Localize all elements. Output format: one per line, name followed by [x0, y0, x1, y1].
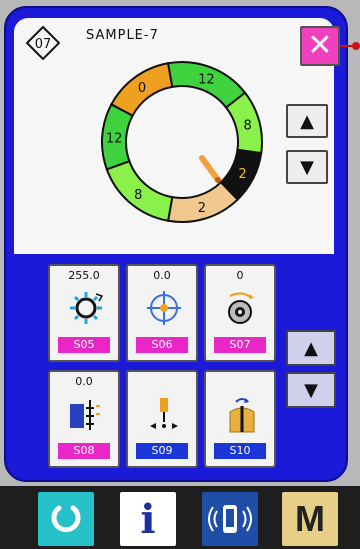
crosshair-target-icon	[147, 291, 181, 325]
tile-value: 0	[236, 269, 244, 282]
reset-icon	[51, 505, 81, 533]
mode-button[interactable]: M	[282, 492, 338, 546]
tile-scroll-down-button[interactable]: ▼	[286, 372, 336, 408]
tile-code: S07	[214, 337, 266, 353]
tile-value: 0.0	[75, 375, 93, 388]
pattern-down-button[interactable]: ▼	[286, 150, 328, 184]
mode-icon: M	[295, 498, 325, 539]
tile-s05[interactable]: 255.0 S05	[48, 264, 120, 362]
tile-code: S08	[58, 443, 110, 459]
communication-icon	[208, 505, 252, 533]
feed-adjust-icon	[70, 400, 100, 430]
pattern-number-badge: 07	[26, 26, 60, 60]
tile-s08[interactable]: 0.0 S08	[48, 370, 120, 468]
dial-segment-label: 2	[198, 201, 206, 216]
tile-s06[interactable]: 0.0 S06	[126, 264, 198, 362]
pattern-name: SAMPLE-7	[86, 28, 159, 43]
triangle-down-icon: ▼	[300, 156, 314, 178]
pattern-up-button[interactable]: ▲	[286, 104, 328, 138]
reset-button[interactable]	[38, 492, 94, 546]
dial-segment-label: 8	[244, 118, 252, 133]
tile-value: 0.0	[153, 269, 171, 282]
tile-code: S05	[58, 337, 110, 353]
tile-s10[interactable]: S10	[204, 370, 276, 468]
dial-segment-label: 12	[198, 73, 215, 88]
needle-position-icon	[150, 398, 178, 429]
triangle-down-icon: ▼	[304, 379, 318, 401]
communication-button[interactable]	[202, 492, 258, 546]
triangle-up-icon: ▲	[304, 337, 318, 359]
pattern-number-text: 07	[35, 37, 52, 52]
dial-segment-label: 8	[134, 188, 142, 203]
tile-code: S10	[214, 443, 266, 459]
thread-spool-icon	[228, 292, 254, 324]
tile-scroll-up-button[interactable]: ▲	[286, 330, 336, 366]
tension-dial-icon	[70, 292, 104, 324]
dial-segment-label: 12	[106, 131, 123, 146]
close-button[interactable]: ✕	[300, 26, 340, 66]
needle-pointer-icon	[199, 155, 221, 183]
tile-s07[interactable]: 0 S07	[204, 264, 276, 362]
triangle-up-icon: ▲	[300, 110, 314, 132]
tile-code: S09	[136, 443, 188, 459]
callout-dot	[352, 42, 360, 50]
stitch-dial: 0 12 8 2 2 8 12	[101, 61, 263, 223]
info-button[interactable]: i	[120, 492, 176, 546]
dial-segment-label: 0	[138, 81, 146, 96]
tile-value: 255.0	[68, 269, 100, 282]
dial-segment-label: 2	[238, 167, 246, 182]
tile-s09[interactable]: S09	[126, 370, 198, 468]
presser-foot-icon	[229, 398, 255, 433]
tile-code: S06	[136, 337, 188, 353]
info-icon: i	[140, 495, 156, 543]
